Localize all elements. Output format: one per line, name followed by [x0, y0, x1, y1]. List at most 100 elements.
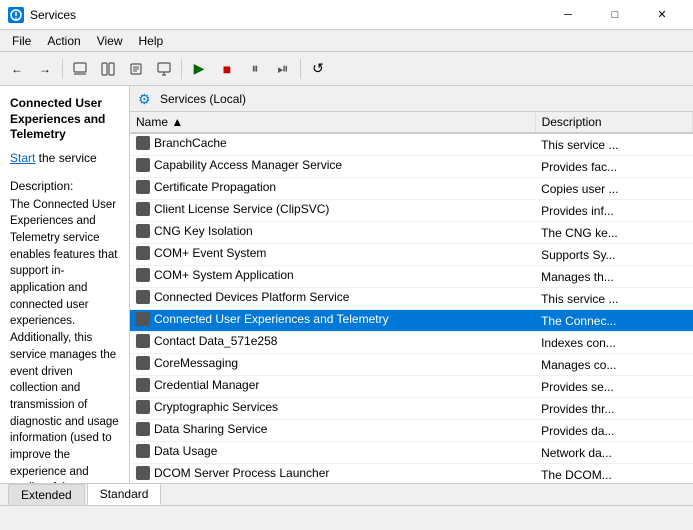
properties-button[interactable]	[123, 56, 149, 82]
start-link[interactable]: Start	[10, 151, 35, 165]
table-row[interactable]: Client License Service (ClipSVC)Provides…	[130, 200, 693, 222]
service-name-cell: BranchCache	[130, 133, 535, 156]
help-button[interactable]	[151, 56, 177, 82]
play-button[interactable]: ▶	[186, 56, 212, 82]
tab-standard[interactable]: Standard	[87, 483, 162, 505]
show-details-button[interactable]	[95, 56, 121, 82]
table-row[interactable]: COM+ Event SystemSupports Sy...	[130, 244, 693, 266]
service-icon	[136, 422, 150, 436]
stop-button[interactable]: ■	[214, 56, 240, 82]
table-row[interactable]: CNG Key IsolationThe CNG ke...	[130, 222, 693, 244]
service-desc-cell: Provides da...	[535, 420, 692, 442]
description-label: Description:	[10, 179, 119, 193]
table-row[interactable]: DCOM Server Process LauncherThe DCOM...	[130, 464, 693, 484]
app-icon	[8, 7, 24, 23]
col-description[interactable]: Description	[535, 112, 692, 133]
service-desc-cell: The DCOM...	[535, 464, 692, 484]
col-name[interactable]: Name ▲	[130, 112, 535, 133]
services-table-wrapper[interactable]: Name ▲ Description BranchCacheThis servi…	[130, 112, 693, 483]
service-desc-cell: Provides inf...	[535, 200, 692, 222]
show-console-button[interactable]	[67, 56, 93, 82]
table-row[interactable]: Capability Access Manager ServiceProvide…	[130, 156, 693, 178]
service-name-cell: CoreMessaging	[130, 354, 535, 376]
table-row[interactable]: BranchCacheThis service ...	[130, 133, 693, 156]
table-row[interactable]: Contact Data_571e258Indexes con...	[130, 332, 693, 354]
main-content: Connected User Experiences and Telemetry…	[0, 86, 693, 483]
table-row[interactable]: Data UsageNetwork da...	[130, 442, 693, 464]
table-row[interactable]: Connected User Experiences and Telemetry…	[130, 310, 693, 332]
service-name-cell: Contact Data_571e258	[130, 332, 535, 354]
menu-file[interactable]: File	[4, 32, 39, 50]
service-desc-cell: This service ...	[535, 133, 692, 156]
status-bar	[0, 505, 693, 527]
service-desc-cell: Manages co...	[535, 354, 692, 376]
window-controls: ─ □ ✕	[545, 0, 685, 30]
service-desc-cell: Provides fac...	[535, 156, 692, 178]
left-panel: Connected User Experiences and Telemetry…	[0, 86, 130, 483]
menu-help[interactable]: Help	[131, 32, 172, 50]
service-icon	[136, 202, 150, 216]
service-name-cell: Data Sharing Service	[130, 420, 535, 442]
service-name-cell: CNG Key Isolation	[130, 222, 535, 244]
service-icon	[136, 356, 150, 370]
window-title: Services	[30, 8, 545, 22]
table-row[interactable]: Credential ManagerProvides se...	[130, 376, 693, 398]
maximize-button[interactable]: □	[592, 0, 638, 30]
service-name-cell: Capability Access Manager Service	[130, 156, 535, 178]
title-bar: Services ─ □ ✕	[0, 0, 693, 30]
service-name-cell: Credential Manager	[130, 376, 535, 398]
bottom-tabs: Extended Standard	[0, 483, 693, 505]
start-link-container: Start the service	[10, 151, 119, 165]
pause-button[interactable]: ⏸	[242, 56, 268, 82]
table-row[interactable]: Certificate PropagationCopies user ...	[130, 178, 693, 200]
tab-extended[interactable]: Extended	[8, 484, 85, 505]
service-icon	[136, 224, 150, 238]
table-row[interactable]: Data Sharing ServiceProvides da...	[130, 420, 693, 442]
table-row[interactable]: Cryptographic ServicesProvides thr...	[130, 398, 693, 420]
resume-button[interactable]: ⏯	[270, 56, 296, 82]
service-desc-cell: Indexes con...	[535, 332, 692, 354]
table-row[interactable]: CoreMessagingManages co...	[130, 354, 693, 376]
back-button[interactable]: ←	[4, 56, 30, 82]
service-name-cell: COM+ Event System	[130, 244, 535, 266]
service-name-cell: COM+ System Application	[130, 266, 535, 288]
right-panel: ⚙ Services (Local) Name ▲ Description	[130, 86, 693, 483]
selected-service-name: Connected User Experiences and Telemetry	[10, 96, 119, 143]
service-desc-cell: Provides se...	[535, 376, 692, 398]
services-table: Name ▲ Description BranchCacheThis servi…	[130, 112, 693, 483]
toolbar: ← → ▶ ■ ⏸ ⏯ ↺	[0, 52, 693, 86]
service-name-cell: Certificate Propagation	[130, 178, 535, 200]
service-desc-cell: The Connec...	[535, 310, 692, 332]
menu-action[interactable]: Action	[39, 32, 88, 50]
service-name-cell: Cryptographic Services	[130, 398, 535, 420]
service-icon	[136, 400, 150, 414]
service-name-cell: Data Usage	[130, 442, 535, 464]
toolbar-separator-3	[300, 59, 301, 79]
service-desc-cell: Manages th...	[535, 266, 692, 288]
services-header-title: Services (Local)	[160, 92, 246, 106]
close-button[interactable]: ✕	[639, 0, 685, 30]
services-header: ⚙ Services (Local)	[130, 86, 693, 112]
menu-view[interactable]: View	[89, 32, 131, 50]
services-header-icon: ⚙	[138, 91, 154, 107]
service-desc-cell: Supports Sy...	[535, 244, 692, 266]
service-desc-cell: The CNG ke...	[535, 222, 692, 244]
service-name-cell: Client License Service (ClipSVC)	[130, 200, 535, 222]
service-desc-cell: Network da...	[535, 442, 692, 464]
service-icon	[136, 136, 150, 150]
refresh-button[interactable]: ↺	[305, 56, 331, 82]
minimize-button[interactable]: ─	[545, 0, 591, 30]
service-desc-cell: This service ...	[535, 288, 692, 310]
service-name-cell: DCOM Server Process Launcher	[130, 464, 535, 484]
service-desc-cell: Copies user ...	[535, 178, 692, 200]
toolbar-separator-1	[62, 59, 63, 79]
service-icon	[136, 268, 150, 282]
service-icon	[136, 444, 150, 458]
service-icon	[136, 180, 150, 194]
toolbar-separator-2	[181, 59, 182, 79]
forward-button[interactable]: →	[32, 56, 58, 82]
menu-bar: File Action View Help	[0, 30, 693, 52]
service-icon	[136, 290, 150, 304]
table-row[interactable]: Connected Devices Platform ServiceThis s…	[130, 288, 693, 310]
table-row[interactable]: COM+ System ApplicationManages th...	[130, 266, 693, 288]
